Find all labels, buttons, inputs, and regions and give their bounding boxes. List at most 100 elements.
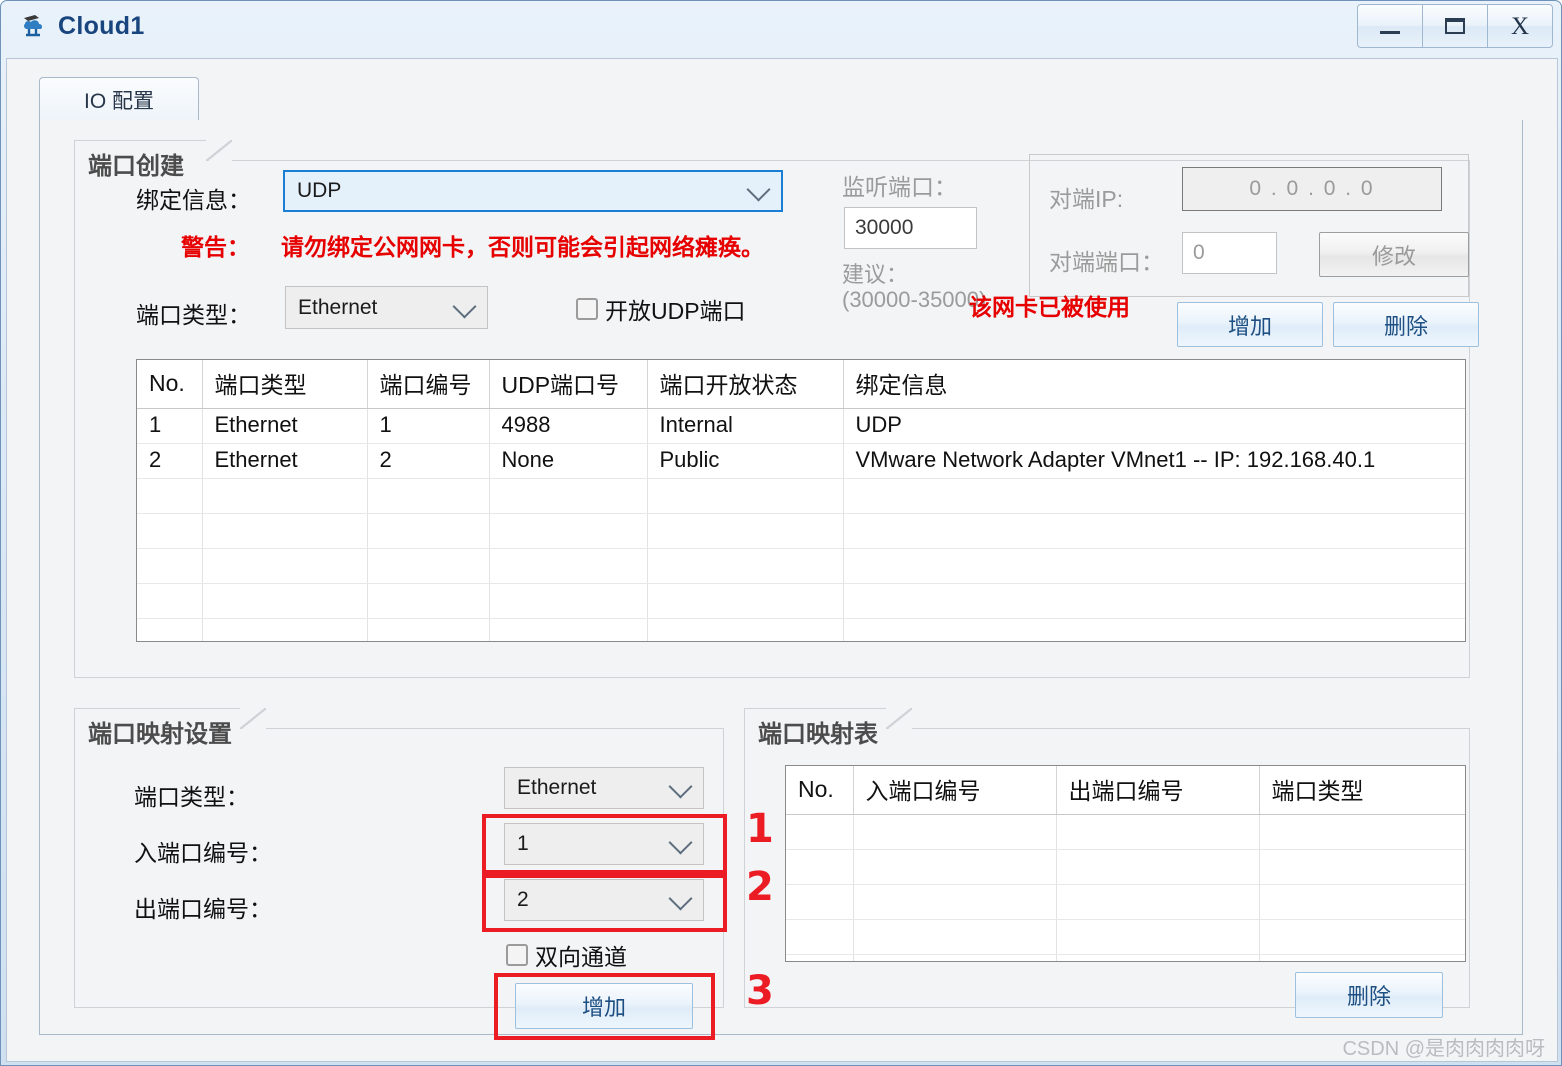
table-cell: 1 (367, 408, 490, 444)
tab-io-config[interactable]: IO 配置 (39, 77, 199, 121)
table-cell-empty (1056, 849, 1260, 885)
column-header-3: 端口类型 (1259, 766, 1465, 815)
table-row-empty[interactable] (137, 548, 1465, 584)
annotation-box-3 (494, 973, 715, 1040)
table-cell-empty (1056, 884, 1260, 920)
table-cell-empty (647, 618, 844, 641)
table-cell: 4988 (489, 408, 648, 444)
mapping-table[interactable]: No. 入端口编号 出端口编号 端口类型 (785, 765, 1466, 962)
table-cell: Public (647, 443, 844, 479)
binding-info-combo[interactable]: UDP (283, 170, 783, 212)
table-cell-empty (137, 548, 203, 584)
listen-port-value: 30000 (855, 216, 914, 239)
table-cell: 2 (137, 443, 203, 479)
port-table[interactable]: No. 端口类型 端口编号 UDP端口号 端口开放状态 绑定信息 1 Ethernet 1 49… (136, 359, 1466, 642)
table-cell-empty (843, 513, 1465, 549)
table-cell-empty (489, 513, 648, 549)
table-row-empty[interactable] (137, 583, 1465, 619)
listen-port-input[interactable]: 30000 (844, 207, 977, 249)
tab-strip: IO 配置 (39, 77, 1523, 121)
delete-port-button[interactable]: 删除 (1333, 302, 1479, 347)
application-window: Cloud1 X IO 配置 端口创建 绑定信息： UDP 警告： 请勿绑定公网… (0, 0, 1562, 1066)
annotation-box-1 (482, 814, 727, 874)
client-area: IO 配置 端口创建 绑定信息： UDP 警告： 请勿绑定公网网卡，否则可能会引… (6, 58, 1558, 1062)
table-cell-empty (647, 478, 844, 514)
table-cell-empty (843, 583, 1465, 619)
annotation-box-2 (482, 874, 727, 932)
table-cell-empty (843, 548, 1465, 584)
title-bar: Cloud1 X (1, 1, 1562, 58)
group-mapping-table-leftline (744, 708, 745, 728)
modify-button[interactable]: 修改 (1319, 232, 1469, 277)
open-udp-label: 开放UDP端口 (605, 298, 746, 324)
nic-used-warning: 该网卡已被使用 (969, 294, 1130, 320)
table-cell-empty (202, 548, 368, 584)
table-cell-empty (786, 954, 854, 961)
table-cell-empty (853, 884, 1057, 920)
table-cell-empty (647, 513, 844, 549)
table-row-empty[interactable] (786, 814, 1465, 850)
port-table-element: No. 端口类型 端口编号 UDP端口号 端口开放状态 绑定信息 1 Ethernet 1 49… (137, 360, 1465, 641)
binding-info-label: 绑定信息： (136, 187, 251, 213)
table-row-empty[interactable] (786, 954, 1465, 961)
maximize-button[interactable] (1422, 4, 1488, 48)
port-type-label: 端口类型： (136, 302, 251, 328)
delete-port-button-label: 删除 (1383, 313, 1428, 339)
column-header-0: No. (137, 360, 203, 409)
table-cell-empty (1259, 919, 1465, 955)
window-controls: X (1357, 4, 1553, 48)
table-cell-empty (786, 884, 854, 920)
table-row-empty[interactable] (786, 884, 1465, 920)
group-mapping-table-diagonal (886, 708, 912, 729)
table-row[interactable]: 1 Ethernet 1 4988 Internal UDP (137, 408, 1465, 444)
table-cell-empty (843, 618, 1465, 641)
chevron-down-icon (452, 293, 477, 319)
peer-port-input[interactable]: 0 (1182, 232, 1277, 274)
table-cell-empty (853, 814, 1057, 850)
mapping-delete-button[interactable]: 删除 (1295, 972, 1443, 1018)
modify-button-label: 修改 (1371, 243, 1416, 269)
table-cell-empty (489, 478, 648, 514)
table-cell: Ethernet (202, 408, 368, 444)
peer-ip-label: 对端IP: (1049, 186, 1124, 212)
table-cell-empty (202, 513, 368, 549)
maximize-icon (1445, 18, 1465, 34)
chevron-down-icon (746, 177, 771, 202)
window-title: Cloud1 (58, 11, 145, 40)
column-header-4: 端口开放状态 (647, 360, 844, 409)
port-type-combo[interactable]: Ethernet (285, 286, 488, 329)
tab-page-io-config: 端口创建 绑定信息： UDP 警告： 请勿绑定公网网卡，否则可能会引起网络瘫痪。… (39, 120, 1523, 1040)
bidirectional-label: 双向通道 (535, 944, 627, 970)
mapping-port-type-combo[interactable]: Ethernet (504, 767, 704, 809)
table-row-empty[interactable] (137, 478, 1465, 514)
minimize-button[interactable] (1357, 4, 1423, 48)
table-cell-empty (137, 583, 203, 619)
peer-port-value: 0 (1193, 241, 1205, 264)
bidirectional-checkbox[interactable]: 双向通道 (506, 938, 627, 972)
minimize-icon (1380, 30, 1400, 34)
table-cell-empty (647, 548, 844, 584)
table-row-empty[interactable] (137, 618, 1465, 641)
table-cell-empty (786, 919, 854, 955)
add-port-button[interactable]: 增加 (1177, 302, 1323, 347)
port-table-header-row: No. 端口类型 端口编号 UDP端口号 端口开放状态 绑定信息 (137, 360, 1465, 409)
table-row-empty[interactable] (786, 919, 1465, 955)
peer-ip-value: 0 . 0 . 0 . 0 (1249, 177, 1375, 200)
close-icon: X (1510, 12, 1530, 40)
close-button[interactable]: X (1487, 4, 1553, 48)
table-row[interactable]: 2 Ethernet 2 None Public VMware Network Adapt… (137, 443, 1465, 479)
table-row-empty[interactable] (137, 513, 1465, 549)
open-udp-checkbox[interactable]: 开放UDP端口 (576, 292, 746, 326)
out-port-label: 出端口编号： (134, 896, 272, 922)
listen-port-label: 监听端口： (842, 174, 957, 200)
warning-label: 警告： (181, 234, 250, 260)
binding-info-value: UDP (297, 179, 342, 202)
table-cell-empty (137, 618, 203, 641)
table-row-empty[interactable] (786, 849, 1465, 885)
mapping-port-type-value: Ethernet (517, 776, 597, 799)
table-cell-empty (1259, 814, 1465, 850)
table-cell: Internal (647, 408, 844, 444)
watermark: CSDN @是肉肉肉肉呀 (1342, 1038, 1545, 1060)
table-cell-empty (853, 849, 1057, 885)
peer-ip-input[interactable]: 0 . 0 . 0 . 0 (1182, 167, 1442, 211)
